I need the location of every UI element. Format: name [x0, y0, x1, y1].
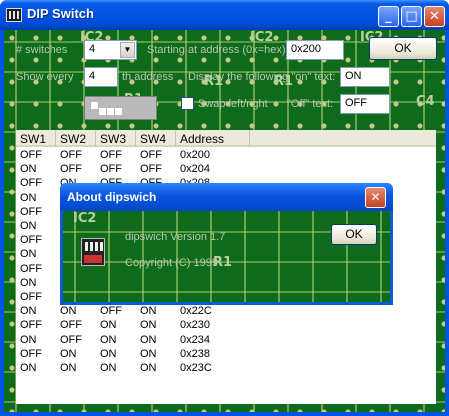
off-text-input[interactable]: OFF — [340, 94, 390, 114]
table-row[interactable]: ON ON OFF ON 0x22C — [16, 305, 436, 318]
switch-toggle — [115, 108, 122, 115]
sw1-cell: OFF — [20, 262, 42, 275]
start-address-input[interactable]: 0x200 — [286, 40, 344, 60]
sw1-cell: OFF — [20, 319, 42, 332]
sw1-cell: OFF — [20, 234, 42, 247]
sw2-cell: OFF — [60, 333, 82, 346]
sw2-cell: OFF — [60, 319, 82, 332]
window-title: DIP Switch — [27, 6, 94, 21]
maximize-button[interactable]: □ — [401, 6, 422, 27]
table-row[interactable]: ON ON ON ON 0x23C — [16, 362, 436, 375]
table-row[interactable]: OFF ON ON ON 0x238 — [16, 348, 436, 361]
switch-toggle — [107, 108, 114, 115]
switches-value: 4 — [89, 43, 96, 55]
sw1-cell: ON — [20, 305, 37, 318]
dip-switch-app-icon — [6, 8, 22, 22]
address-cell: 0x230 — [180, 319, 210, 332]
table-row[interactable]: ON OFF OFF OFF 0x204 — [16, 163, 436, 176]
sw4-cell: ON — [140, 362, 157, 374]
minimize-button[interactable]: _ — [378, 6, 399, 27]
table-row[interactable]: OFF OFF ON ON 0x230 — [16, 319, 436, 332]
about-dialog: About dipswich ✕ IC2 R1 dipswich Version… — [60, 183, 393, 305]
sw2-cell: OFF — [60, 149, 82, 161]
chip-label: IC2 — [250, 30, 274, 45]
sw4-cell: ON — [140, 319, 157, 332]
sw4-cell: ON — [140, 333, 157, 346]
sw3-cell: OFF — [100, 149, 122, 161]
sw1-cell: OFF — [20, 149, 42, 161]
about-dialog-close-button[interactable]: ✕ — [365, 187, 386, 208]
column-header-sw1[interactable]: SW1 — [16, 130, 56, 147]
on-text-input[interactable]: ON — [340, 67, 390, 87]
sw1-cell: ON — [20, 163, 37, 176]
swap-checkbox[interactable] — [181, 97, 194, 110]
about-dialog-body: IC2 R1 dipswich Version 1.7 Copyright (C… — [63, 211, 390, 302]
address-cell: 0x200 — [180, 149, 210, 161]
column-header-sw2[interactable]: SW2 — [56, 130, 96, 147]
chip-label: IC2 — [73, 211, 97, 226]
ok-button[interactable]: OK — [369, 37, 437, 60]
switch-toggle — [91, 102, 98, 109]
table-row[interactable]: OFF OFF OFF OFF 0x200 — [16, 149, 436, 162]
sw3-cell: ON — [100, 319, 117, 332]
table-row[interactable]: ON OFF ON ON 0x234 — [16, 334, 436, 347]
dip-switch-icon — [81, 238, 105, 266]
address-cell: 0x234 — [180, 333, 210, 346]
dip-switch-preview — [84, 96, 157, 120]
switches-label: # switches — [16, 44, 68, 56]
switches-combo[interactable]: 4 ▼ — [84, 40, 137, 60]
column-header-address[interactable]: Address — [176, 130, 250, 147]
chip-label: C4 — [416, 94, 435, 109]
sw4-cell: OFF — [140, 163, 162, 176]
sw2-cell: ON — [60, 305, 77, 318]
sw3-cell: ON — [100, 333, 117, 346]
dip-switch-window: DIP Switch _ □ ✕ IC2 IC2 IC2 R1 R1 R1 C4… — [0, 0, 449, 416]
show-every-label: Show every — [16, 71, 74, 83]
sw1-cell: OFF — [20, 177, 42, 190]
show-every-input[interactable]: 4 — [84, 67, 118, 87]
sw3-cell: ON — [100, 362, 117, 374]
sw3-cell: OFF — [100, 163, 122, 176]
column-header-sw3[interactable]: SW3 — [96, 130, 136, 147]
chevron-down-icon[interactable]: ▼ — [120, 42, 135, 58]
switch-toggle — [99, 108, 106, 115]
address-cell: 0x23C — [180, 362, 212, 374]
about-dialog-title-bar[interactable]: About dipswich ✕ — [60, 183, 393, 211]
sw2-cell: OFF — [60, 163, 82, 176]
sw1-cell: ON — [20, 362, 37, 374]
address-cell: 0x22C — [180, 305, 212, 318]
sw1-cell: ON — [20, 333, 37, 346]
sw1-cell: ON — [20, 276, 37, 289]
on-text-label: Display the following "on" text: — [188, 71, 336, 83]
sw4-cell: ON — [140, 305, 157, 318]
close-button[interactable]: ✕ — [424, 6, 445, 27]
start-address-label: Starting at address (0x=hex) — [147, 44, 286, 56]
column-header-sw4[interactable]: SW4 — [136, 130, 176, 147]
table-header: SW1 SW2 SW3 SW4 Address — [16, 130, 436, 147]
address-cell: 0x204 — [180, 163, 210, 176]
th-address-label: th address — [122, 71, 174, 83]
sw1-cell: OFF — [20, 291, 42, 303]
sw2-cell: ON — [60, 347, 77, 360]
sw4-cell: OFF — [140, 149, 162, 161]
off-text-label: "Off" text: — [287, 98, 334, 110]
swap-label: Swap left/right — [198, 98, 268, 110]
sw1-cell: OFF — [20, 347, 42, 360]
sw1-cell: ON — [20, 191, 37, 204]
sw2-cell: ON — [60, 362, 77, 374]
about-version-text: dipswich Version 1.7 — [125, 231, 226, 243]
title-bar[interactable]: DIP Switch _ □ ✕ — [0, 0, 449, 30]
sw3-cell: OFF — [100, 305, 122, 318]
address-cell: 0x238 — [180, 347, 210, 360]
sw1-cell: ON — [20, 220, 37, 232]
sw4-cell: ON — [140, 347, 157, 360]
sw1-cell: ON — [20, 248, 37, 261]
about-copyright-text: Copyright (C) 1999 — [125, 257, 218, 269]
about-dialog-title: About dipswich — [67, 190, 157, 204]
about-ok-button[interactable]: OK — [331, 224, 377, 245]
sw3-cell: ON — [100, 347, 117, 360]
sw1-cell: OFF — [20, 205, 42, 218]
